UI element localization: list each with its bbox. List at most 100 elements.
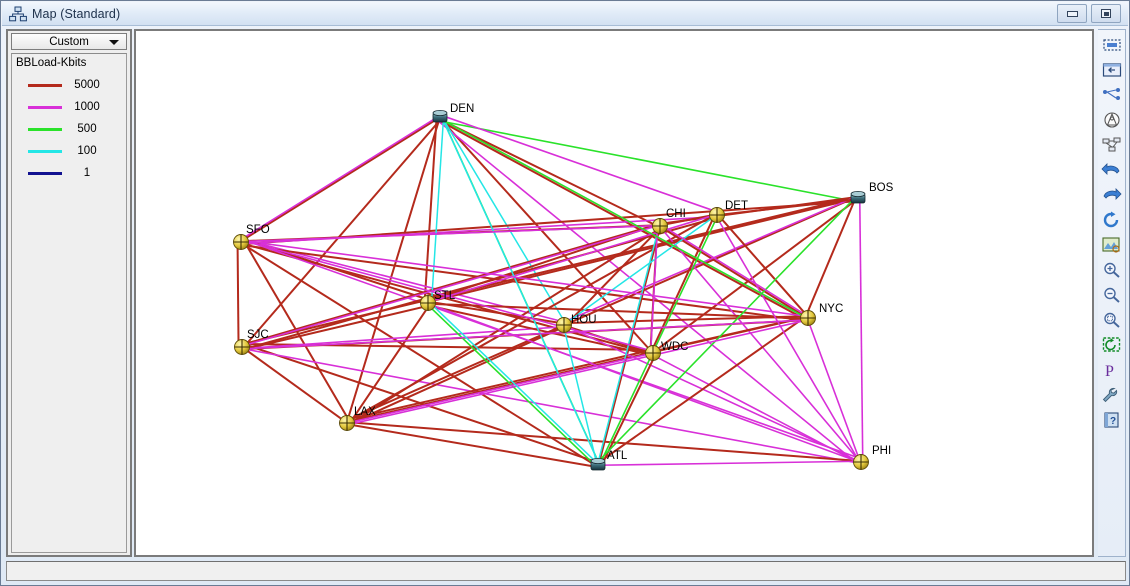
- chevron-down-icon: [109, 39, 119, 45]
- help-icon[interactable]: ?: [1101, 411, 1123, 429]
- network-map[interactable]: DEN BOS SFO CHI DET NYC SJC WDC LAX ATL PHI STL HOU: [136, 31, 1092, 555]
- map-window: Map (Standard) Custom BBLoad-Kbits 5000 1…: [0, 0, 1130, 586]
- map-node[interactable]: [800, 310, 816, 326]
- legend-title: BBLoad-Kbits: [16, 57, 87, 69]
- map-link[interactable]: [439, 120, 858, 203]
- reset-view-icon[interactable]: [1101, 336, 1123, 354]
- map-node-label: ATL: [607, 450, 628, 462]
- map-link[interactable]: [596, 315, 808, 465]
- legend-color-swatch: [28, 149, 62, 153]
- fit-window-icon[interactable]: [1101, 61, 1123, 79]
- map-link[interactable]: [439, 117, 809, 320]
- map-link[interactable]: [858, 198, 864, 462]
- map-node[interactable]: [590, 457, 606, 471]
- topology-tree-icon[interactable]: [1101, 86, 1123, 104]
- map-node[interactable]: [652, 218, 668, 234]
- map-node-label: WDC: [661, 341, 688, 353]
- zoom-fit-icon[interactable]: [1101, 311, 1123, 329]
- legend-value-label: 1: [83, 167, 91, 179]
- map-node-label: DET: [725, 200, 748, 212]
- map-link[interactable]: [427, 197, 858, 303]
- title-bar: Map (Standard): [2, 2, 1128, 26]
- map-link[interactable]: [597, 460, 862, 467]
- profile-selector-row: Custom: [11, 33, 127, 50]
- svg-text:P: P: [1105, 363, 1114, 379]
- annotate-p-icon[interactable]: P: [1101, 361, 1123, 379]
- legend-value-label: 1000: [74, 101, 100, 113]
- map-link[interactable]: [430, 118, 445, 304]
- redo-arrow-icon[interactable]: [1101, 186, 1123, 204]
- map-link[interactable]: [595, 196, 857, 465]
- legend-row: 5000: [16, 74, 126, 96]
- map-node[interactable]: [233, 234, 249, 250]
- refresh-icon[interactable]: [1101, 211, 1123, 229]
- map-link[interactable]: [236, 242, 240, 348]
- map-node-label: SFO: [246, 224, 270, 236]
- map-link[interactable]: [716, 213, 810, 319]
- legend-value-label: 100: [77, 145, 97, 157]
- map-node-label: HOU: [571, 314, 597, 326]
- svg-text:?: ?: [1110, 416, 1116, 427]
- status-bar: [6, 561, 1126, 581]
- map-node[interactable]: [234, 339, 250, 355]
- map-link[interactable]: [439, 118, 660, 228]
- map-node-label: LAX: [354, 406, 376, 418]
- legend-value-label: 500: [77, 123, 97, 135]
- settings-wrench-icon[interactable]: [1101, 386, 1123, 404]
- client-area: Custom BBLoad-Kbits 5000 1000 500 100 1: [6, 29, 1126, 557]
- window-title: Map (Standard): [32, 6, 121, 21]
- restore-button[interactable]: [1091, 4, 1121, 23]
- map-link[interactable]: [346, 423, 598, 469]
- map-tool-strip: P?: [1098, 29, 1126, 557]
- profile-select-value: Custom: [49, 35, 89, 48]
- map-node[interactable]: [645, 345, 661, 361]
- legend-color-swatch: [28, 127, 62, 131]
- link-layer: [236, 114, 864, 469]
- map-link[interactable]: [241, 239, 809, 318]
- minimize-icon: [1066, 10, 1078, 17]
- map-node[interactable]: [339, 415, 355, 431]
- router-cylinder-top: [590, 457, 606, 464]
- map-node[interactable]: [709, 207, 725, 223]
- zoom-out-icon[interactable]: [1101, 286, 1123, 304]
- map-node-label: BOS: [869, 182, 894, 194]
- legend-row: 1000: [16, 96, 126, 118]
- legend-color-swatch: [28, 171, 62, 175]
- legend-rows: 5000 1000 500 100 1: [16, 74, 126, 184]
- router-cylinder-top: [850, 190, 866, 197]
- legend-color-swatch: [28, 105, 62, 109]
- map-node[interactable]: [853, 454, 869, 470]
- map-link[interactable]: [437, 120, 860, 466]
- minimize-button[interactable]: [1057, 4, 1087, 23]
- profile-select[interactable]: Custom: [11, 33, 127, 50]
- zoom-in-icon[interactable]: [1101, 261, 1123, 279]
- map-node[interactable]: [556, 317, 572, 333]
- map-node[interactable]: [850, 190, 866, 204]
- map-node-label: SJC: [247, 329, 269, 341]
- map-link[interactable]: [240, 224, 661, 243]
- router-cylinder-top: [432, 110, 448, 117]
- map-link[interactable]: [346, 352, 654, 424]
- image-export-icon[interactable]: [1101, 236, 1123, 254]
- map-link[interactable]: [347, 319, 809, 426]
- globe-icon[interactable]: [1101, 111, 1123, 129]
- map-link[interactable]: [240, 116, 441, 243]
- map-canvas-panel[interactable]: DEN BOS SFO CHI DET NYC SJC WDC LAX ATL PHI STL HOU: [134, 29, 1094, 557]
- map-node-label: CHI: [666, 208, 686, 220]
- map-node[interactable]: [432, 110, 448, 123]
- map-node-label: PHI: [872, 445, 891, 457]
- map-link[interactable]: [240, 241, 599, 468]
- network-hierarchy-icon: [9, 6, 27, 21]
- legend-panel: Custom BBLoad-Kbits 5000 1000 500 100 1: [6, 29, 132, 557]
- legend-row: 1: [16, 162, 126, 184]
- undo-arrow-icon[interactable]: [1101, 161, 1123, 179]
- map-node-label: NYC: [819, 303, 843, 315]
- label-layer: DEN BOS SFO CHI DET NYC SJC WDC LAX ATL PHI STL HOU: [246, 103, 894, 462]
- legend-color-swatch: [28, 83, 62, 87]
- select-area-icon[interactable]: [1101, 36, 1123, 54]
- node-layout-icon[interactable]: [1101, 136, 1123, 154]
- map-link[interactable]: [438, 119, 808, 322]
- map-link[interactable]: [427, 302, 862, 464]
- node-layer: [233, 110, 869, 471]
- legend-box: BBLoad-Kbits 5000 1000 500 100 1: [11, 53, 127, 553]
